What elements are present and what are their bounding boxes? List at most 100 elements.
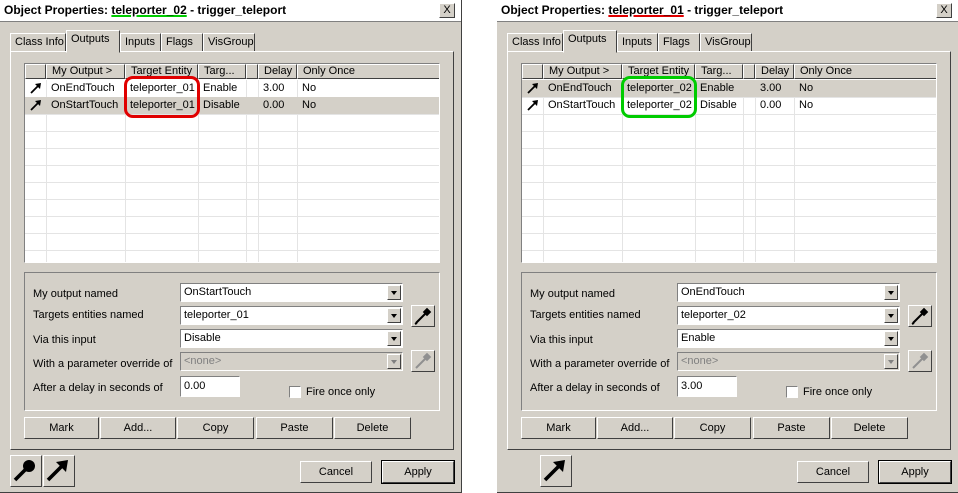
fire-once-checkbox[interactable] — [786, 386, 798, 398]
column-header[interactable]: Delay — [258, 64, 297, 79]
outputs-panel: My Output > Target Entity Targ... Delay Only… — [507, 51, 951, 450]
close-button[interactable]: X — [439, 3, 455, 18]
cell-delay: 3.00 — [263, 82, 285, 94]
object-properties-dialog-left: Object Properties: teleporter_02 - trigg… — [0, 0, 462, 493]
table-row[interactable]: OnEndTouch teleporter_01 Enable 3.00 No — [25, 80, 439, 97]
via-input-combo[interactable]: Disable — [180, 329, 403, 348]
chevron-down-icon[interactable] — [884, 331, 898, 346]
entity-input-icon[interactable] — [10, 455, 42, 487]
mark-button[interactable]: Mark — [24, 417, 99, 439]
grid-line — [25, 233, 439, 234]
output-named-combo[interactable]: OnEndTouch — [677, 283, 900, 302]
output-named-combo[interactable]: OnStartTouch — [180, 283, 403, 302]
chevron-down-icon[interactable] — [387, 308, 401, 323]
entity-output-icon[interactable] — [540, 455, 572, 487]
add-button[interactable]: Add... — [100, 417, 176, 439]
eyedropper-icon — [415, 352, 432, 369]
parameter-value: <none> — [184, 355, 222, 367]
table-row[interactable]: OnEndTouch teleporter_02 Enable 3.00 No — [522, 80, 936, 97]
paste-button[interactable]: Paste — [753, 417, 830, 439]
delay-input[interactable]: 3.00 — [677, 376, 737, 397]
apply-button[interactable]: Apply — [878, 460, 952, 484]
cancel-button[interactable]: Cancel — [797, 461, 869, 483]
targets-combo[interactable]: teleporter_01 — [180, 306, 403, 325]
eyedropper-button[interactable] — [411, 305, 435, 327]
copy-button[interactable]: Copy — [674, 417, 751, 439]
target-entity-highlight — [621, 76, 697, 118]
parameter-value: <none> — [681, 355, 719, 367]
column-header[interactable]: Only Once — [297, 64, 439, 79]
tab-flags[interactable]: Flags — [161, 33, 203, 52]
outputs-list[interactable]: My Output > Target Entity Targ... Delay Only… — [24, 63, 440, 263]
via-input-combo[interactable]: Enable — [677, 329, 900, 348]
copy-button[interactable]: Copy — [177, 417, 254, 439]
output-named-label: My output named — [530, 288, 615, 300]
close-button[interactable]: X — [936, 3, 952, 18]
tab-inputs[interactable]: Inputs — [120, 33, 161, 52]
cell-once: No — [799, 82, 814, 94]
column-header[interactable] — [522, 64, 543, 79]
title-bar: Object Properties: teleporter_02 - trigg… — [0, 0, 461, 22]
delete-button[interactable]: Delete — [831, 417, 908, 439]
chevron-down-icon[interactable] — [387, 331, 401, 346]
cell-delay: 0.00 — [760, 99, 782, 111]
column-header[interactable]: Targ... — [198, 64, 246, 79]
cell-delay: 0.00 — [263, 99, 285, 111]
fire-once-checkbox[interactable] — [289, 386, 301, 398]
tab-visgroup[interactable]: VisGroup — [203, 33, 255, 52]
apply-button[interactable]: Apply — [381, 460, 455, 484]
tab-visgroup[interactable]: VisGroup — [700, 33, 752, 52]
chevron-down-icon[interactable] — [884, 285, 898, 300]
mark-button[interactable]: Mark — [521, 417, 596, 439]
chevron-down-icon — [387, 354, 401, 369]
column-header[interactable]: Only Once — [794, 64, 936, 79]
tab-outputs[interactable]: Outputs — [66, 30, 120, 53]
targets-combo[interactable]: teleporter_02 — [677, 306, 900, 325]
tab-inputs[interactable]: Inputs — [617, 33, 658, 52]
title-suffix: - trigger_teleport — [687, 3, 784, 17]
title-entity-name: teleporter_02 — [111, 3, 187, 17]
fire-once-label: Fire once only — [803, 386, 873, 398]
paste-button[interactable]: Paste — [256, 417, 333, 439]
via-input-label: Via this input — [530, 334, 593, 346]
list-header: My Output > Target Entity Targ... Delay Only… — [25, 64, 439, 80]
tab-flags[interactable]: Flags — [658, 33, 700, 52]
column-header[interactable]: My Output > — [46, 64, 125, 79]
entity-output-icon[interactable] — [43, 455, 75, 487]
tab-class-info[interactable]: Class Info — [507, 33, 563, 52]
grid-line — [522, 199, 936, 200]
eyedropper-icon — [911, 307, 929, 325]
column-header[interactable] — [246, 64, 258, 79]
close-icon: X — [940, 4, 948, 16]
delay-input[interactable]: 0.00 — [180, 376, 240, 397]
column-header[interactable] — [743, 64, 755, 79]
tab-outputs[interactable]: Outputs — [563, 30, 617, 53]
chevron-down-icon[interactable] — [387, 285, 401, 300]
window-title: Object Properties: teleporter_02 - trigg… — [4, 3, 286, 17]
grid-line — [522, 250, 936, 251]
delete-button[interactable]: Delete — [334, 417, 411, 439]
window-title: Object Properties: teleporter_01 - trigg… — [501, 3, 783, 17]
eyedropper-button[interactable] — [908, 305, 932, 327]
column-header[interactable]: Delay — [755, 64, 794, 79]
output-editor-group: My output named OnStartTouch Targets ent… — [24, 272, 440, 411]
chevron-down-icon[interactable] — [884, 308, 898, 323]
column-header[interactable]: Targ... — [695, 64, 743, 79]
title-suffix: - trigger_teleport — [190, 3, 287, 17]
table-row[interactable]: OnStartTouch teleporter_01 Disable 0.00 No — [25, 97, 439, 114]
tab-class-info[interactable]: Class Info — [10, 33, 66, 52]
column-header[interactable] — [25, 64, 46, 79]
table-row[interactable]: OnStartTouch teleporter_02 Disable 0.00 No — [522, 97, 936, 114]
cell-output: OnStartTouch — [548, 99, 616, 111]
grid-line — [25, 250, 439, 251]
column-header[interactable]: My Output > — [543, 64, 622, 79]
title-prefix: Object Properties: — [501, 3, 606, 17]
output-named-value: OnStartTouch — [184, 286, 252, 298]
target-entity-highlight — [124, 76, 200, 118]
eyedropper-icon — [414, 307, 432, 325]
eyedropper-button-disabled — [908, 350, 932, 372]
output-editor-group: My output named OnEndTouch Targets entit… — [521, 272, 937, 411]
cancel-button[interactable]: Cancel — [300, 461, 372, 483]
outputs-list[interactable]: My Output > Target Entity Targ... Delay Only… — [521, 63, 937, 263]
add-button[interactable]: Add... — [597, 417, 673, 439]
